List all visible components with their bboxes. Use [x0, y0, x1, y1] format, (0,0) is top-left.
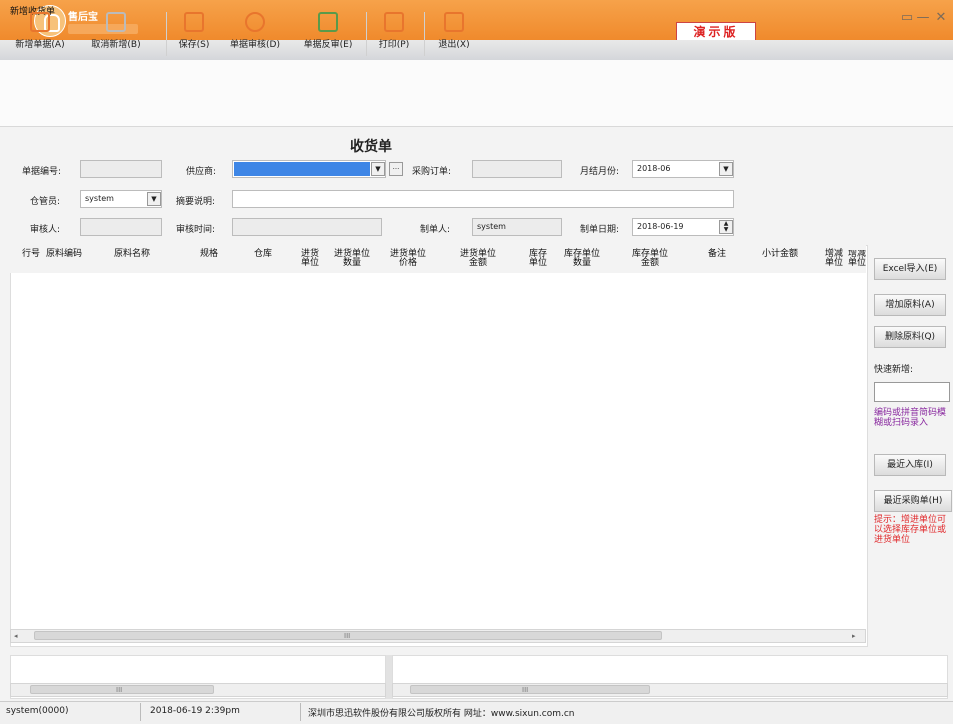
audit-time-label: 审核时间:	[176, 225, 216, 235]
col-header-adjust-unit[interactable]: 增减单位	[824, 250, 844, 268]
purchase-order-field[interactable]	[472, 160, 562, 178]
quick-add-label: 快速新增:	[874, 365, 914, 375]
month-value: 2018-06	[637, 164, 671, 173]
col-header-purchase-amount[interactable]: 进货单位金额	[456, 250, 500, 268]
col-header-purchase-unit[interactable]: 进货单位	[300, 250, 320, 268]
scroll-right-icon[interactable]: ▸	[852, 632, 856, 640]
trial-badge: 演示版	[676, 22, 756, 42]
status-datetime: 2018-06-19 2:39pm	[150, 706, 240, 716]
toolbar-separator	[424, 12, 425, 56]
col-header-stock-amount[interactable]: 库存单位金额	[628, 250, 672, 268]
excel-import-button[interactable]: Excel导入(E)	[874, 258, 946, 280]
unaudit-icon	[318, 12, 338, 32]
toolbar-separator	[166, 12, 167, 56]
audit-button[interactable]: 单据审核(D)	[220, 8, 290, 60]
make-date-label: 制单日期:	[580, 225, 620, 235]
supplier-label: 供应商:	[186, 167, 217, 177]
make-date-field[interactable]: 2018-06-19 ▲ ▼	[632, 218, 734, 236]
maker-value: system	[477, 222, 506, 231]
col-header-note[interactable]: 备注	[708, 250, 726, 259]
supplier-selection-highlight	[234, 162, 370, 176]
scroll-left-icon[interactable]: ◂	[14, 632, 18, 640]
col-header-spec[interactable]: 规格	[200, 250, 218, 259]
status-user: system(0000)	[6, 706, 69, 716]
col-header-line[interactable]: 行号	[22, 250, 40, 259]
print-button[interactable]: 打印(P)	[374, 8, 414, 60]
make-date-value: 2018-06-19	[637, 222, 684, 231]
new-doc-button[interactable]: 新增单据(A)	[10, 8, 70, 60]
quick-add-input[interactable]	[874, 382, 950, 402]
unit-hint: 提示：增进单位可以选择库存单位或进货单位	[874, 515, 947, 545]
printer-icon	[384, 12, 404, 32]
audit-time-field[interactable]	[232, 218, 382, 236]
auditor-label: 审核人:	[30, 225, 61, 235]
supplier-select[interactable]: ▼	[232, 160, 386, 178]
warehouse-keeper-value: system	[85, 194, 114, 203]
audit-user-icon	[245, 12, 265, 32]
col-header-subtotal[interactable]: 小计金额	[762, 250, 798, 259]
status-divider	[140, 703, 141, 721]
save-button[interactable]: 保存(S)	[175, 8, 213, 60]
doc-no-label: 单据编号:	[22, 167, 62, 177]
doc-no-field[interactable]	[80, 160, 162, 178]
summary-input[interactable]	[232, 190, 734, 208]
minimize-button[interactable]: —	[914, 11, 932, 27]
col-header-purchase-price[interactable]: 进货单位价格	[390, 250, 426, 268]
maker-label: 制单人:	[420, 225, 451, 235]
col-header-stock-unit[interactable]: 库存单位	[528, 250, 548, 268]
add-material-button[interactable]: 增加原料(A)	[874, 294, 946, 316]
bottom-left-scroll-grip: III	[116, 686, 123, 694]
col-header-purchase-qty[interactable]: 进货单位数量	[330, 250, 374, 268]
plus-icon	[30, 12, 50, 32]
col-header-stock-qty[interactable]: 库存单位数量	[560, 250, 604, 268]
col-header-adjust-unit-2[interactable]: 增减单位	[848, 250, 866, 268]
quick-add-hint: 编码或拼音简码模糊或扫码录入	[874, 408, 947, 428]
bottom-right-scroll-grip: III	[522, 686, 529, 694]
material-grid[interactable]	[10, 245, 868, 647]
recent-in-button[interactable]: 最近入库(I)	[874, 454, 946, 476]
unaudit-button[interactable]: 单据反审(E)	[294, 8, 362, 60]
supplier-more-button[interactable]: ···	[389, 162, 403, 176]
maker-field[interactable]: system	[472, 218, 562, 236]
summary-label: 摘要说明:	[176, 197, 216, 207]
exit-icon	[444, 12, 464, 32]
status-copyright: 深圳市思迅软件股份有限公司版权所有 网址：www.sixun.com.cn	[308, 709, 575, 719]
cancel-doc-icon	[106, 12, 126, 32]
purchase-order-label: 采购订单:	[412, 167, 452, 177]
warehouse-keeper-label: 仓管员:	[30, 197, 61, 207]
col-header-warehouse[interactable]: 仓库	[254, 250, 272, 259]
save-icon	[184, 12, 204, 32]
auditor-field[interactable]	[80, 218, 162, 236]
status-divider	[300, 703, 301, 721]
col-header-material-name[interactable]: 原料名称	[114, 250, 150, 259]
chevron-down-icon[interactable]: ▼	[719, 162, 733, 176]
chevron-down-icon[interactable]: ▼	[371, 162, 385, 176]
grid-scroll-grip: III	[344, 632, 351, 640]
exit-button[interactable]: 退出(X)	[434, 8, 474, 60]
close-button[interactable]: ✕	[932, 11, 950, 27]
warehouse-keeper-select[interactable]: system ▼	[80, 190, 162, 208]
toolbar	[0, 60, 953, 127]
month-label: 月结月份:	[580, 167, 620, 177]
cancel-new-button[interactable]: 取消新增(B)	[80, 8, 152, 60]
bottom-right-scroll-thumb[interactable]	[410, 685, 650, 694]
form-title: 收货单	[350, 139, 392, 155]
col-header-material-code[interactable]: 原料编码	[46, 250, 82, 259]
chevron-down-icon[interactable]: ▼	[147, 192, 161, 206]
recent-po-button[interactable]: 最近采购单(H)	[874, 490, 952, 512]
spin-updown-icon[interactable]: ▲ ▼	[719, 220, 733, 234]
toolbar-separator	[366, 12, 367, 56]
delete-material-button[interactable]: 删除原料(Q)	[874, 326, 946, 348]
month-select[interactable]: 2018-06 ▼	[632, 160, 734, 178]
